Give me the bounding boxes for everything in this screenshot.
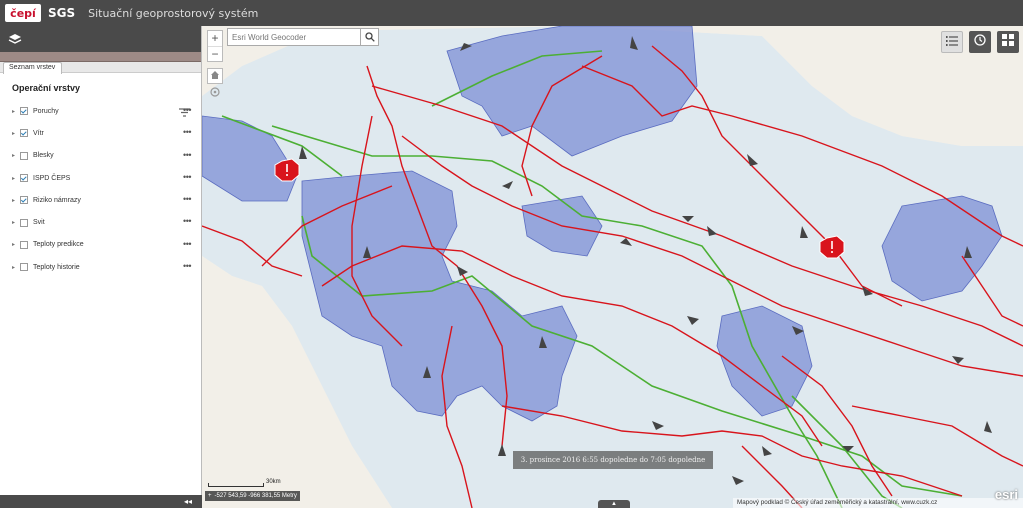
expand-caret-icon[interactable]: ▸: [12, 108, 17, 115]
sidebar-strip: [0, 52, 201, 62]
layers-icon[interactable]: [8, 32, 22, 46]
app-header: čepí SGS Situační geoprostorový systém: [0, 0, 1023, 26]
layer-label: Svit: [33, 219, 45, 227]
layer-row[interactable]: ▸ Teploty predikce •••: [0, 234, 201, 256]
scale-line: [208, 483, 264, 487]
coords-value: -527 543,59 -966 381,55 Metry: [214, 493, 297, 499]
layer-row[interactable]: ▸ Teploty historie •••: [0, 256, 201, 278]
layer-label: Blesky: [33, 152, 54, 160]
layer-row[interactable]: ▸ ISPD ČEPS •••: [0, 167, 201, 189]
locate-icon: [209, 85, 221, 103]
home-button[interactable]: [207, 68, 223, 84]
app-title: Situační geoprostorový systém: [88, 6, 259, 20]
expand-caret-icon[interactable]: ▸: [12, 219, 17, 226]
basemap-gallery-button[interactable]: [997, 31, 1019, 53]
panel-title: Operační vrstvy: [12, 83, 81, 93]
list-icon: [946, 33, 958, 51]
layer-visibility-checkbox[interactable]: [20, 196, 28, 205]
collapse-panel-button[interactable]: ◂◂: [0, 495, 202, 508]
search-input[interactable]: [228, 29, 360, 45]
grid-icon: [1002, 33, 1014, 51]
layer-visibility-checkbox[interactable]: [20, 263, 28, 272]
layer-visibility-checkbox[interactable]: [20, 240, 28, 249]
tab-layer-list[interactable]: Seznam vrstev: [3, 62, 63, 74]
ceps-logo: čepí: [5, 4, 41, 22]
layer-sidebar: Seznam vrstev Operační vrstvy ▸ Poruchy ••…: [0, 26, 202, 508]
bottom-panel-toggle[interactable]: ▲: [598, 500, 630, 508]
layer-options-icon[interactable]: •••: [183, 106, 191, 115]
search-icon[interactable]: [360, 29, 378, 45]
scale-label: 30km: [266, 479, 281, 485]
expand-caret-icon[interactable]: ▸: [12, 241, 17, 248]
layer-label: Teploty predikce: [33, 241, 84, 249]
layer-visibility-checkbox[interactable]: [20, 218, 28, 227]
expand-caret-icon[interactable]: ▸: [12, 197, 17, 204]
layer-options-icon[interactable]: •••: [183, 239, 191, 248]
layer-options-icon[interactable]: •••: [183, 172, 191, 181]
zoom-out-button[interactable]: −: [208, 46, 222, 61]
clock-icon: [974, 33, 986, 51]
time-extent-label: 3. prosince 2016 6:55 dopoledne do 7:05 …: [513, 451, 713, 469]
layer-row[interactable]: ▸ Vítr •••: [0, 122, 201, 144]
app-short-name: SGS: [48, 6, 76, 20]
expand-caret-icon[interactable]: ▸: [12, 175, 17, 182]
sidebar-tabs: Seznam vrstev: [0, 62, 201, 74]
layer-row[interactable]: ▸ Blesky •••: [0, 145, 201, 167]
locate-button[interactable]: [207, 86, 223, 102]
layer-options-icon[interactable]: •••: [183, 150, 191, 159]
esri-logo: esri: [994, 487, 1018, 502]
map-attribution: Mapový podklad © Český úřad zeměměřický …: [733, 498, 1023, 508]
coordinates-readout: + -527 543,59 -966 381,55 Metry: [205, 491, 300, 501]
layer-label: Vítr: [33, 129, 44, 137]
expand-caret-icon[interactable]: ▸: [12, 130, 17, 137]
layer-options-icon[interactable]: •••: [183, 217, 191, 226]
layer-visibility-checkbox[interactable]: [20, 174, 28, 183]
expand-caret-icon[interactable]: ▸: [12, 264, 17, 271]
layer-label: Poruchy: [33, 107, 59, 115]
coords-toggle[interactable]: +: [208, 491, 212, 501]
layer-list: ▸ Poruchy ••• ▸ Vítr ••• ▸ Blesky ••• ▸ ISPD ČEPS •…: [0, 100, 201, 278]
layer-row[interactable]: ▸ Svit •••: [0, 211, 201, 233]
legend-list-button[interactable]: [941, 31, 963, 53]
layer-options-icon[interactable]: •••: [183, 128, 191, 137]
home-icon: [210, 67, 220, 85]
time-slider-button[interactable]: [969, 31, 991, 53]
sidebar-header: [0, 26, 201, 52]
geocoder-search: [227, 28, 379, 46]
map-view[interactable]: + − 3. prosince 2016 6:55 dopoledne do 7…: [202, 26, 1023, 508]
layer-visibility-checkbox[interactable]: [20, 129, 28, 138]
layer-options-icon[interactable]: •••: [183, 195, 191, 204]
layer-label: Teploty historie: [33, 263, 80, 271]
layer-visibility-checkbox[interactable]: [20, 107, 28, 116]
scale-bar: 30km: [208, 479, 281, 487]
layer-visibility-checkbox[interactable]: [20, 151, 28, 160]
zoom-control: + −: [207, 30, 223, 62]
layer-label: Riziko námrazy: [33, 196, 81, 204]
expand-caret-icon[interactable]: ▸: [12, 152, 17, 159]
layer-row[interactable]: ▸ Poruchy •••: [0, 100, 201, 122]
layer-options-icon[interactable]: •••: [183, 262, 191, 271]
layer-label: ISPD ČEPS: [33, 174, 71, 182]
layer-row[interactable]: ▸ Riziko námrazy •••: [0, 189, 201, 211]
map-canvas[interactable]: [202, 26, 1023, 508]
zoom-in-button[interactable]: +: [208, 31, 222, 46]
